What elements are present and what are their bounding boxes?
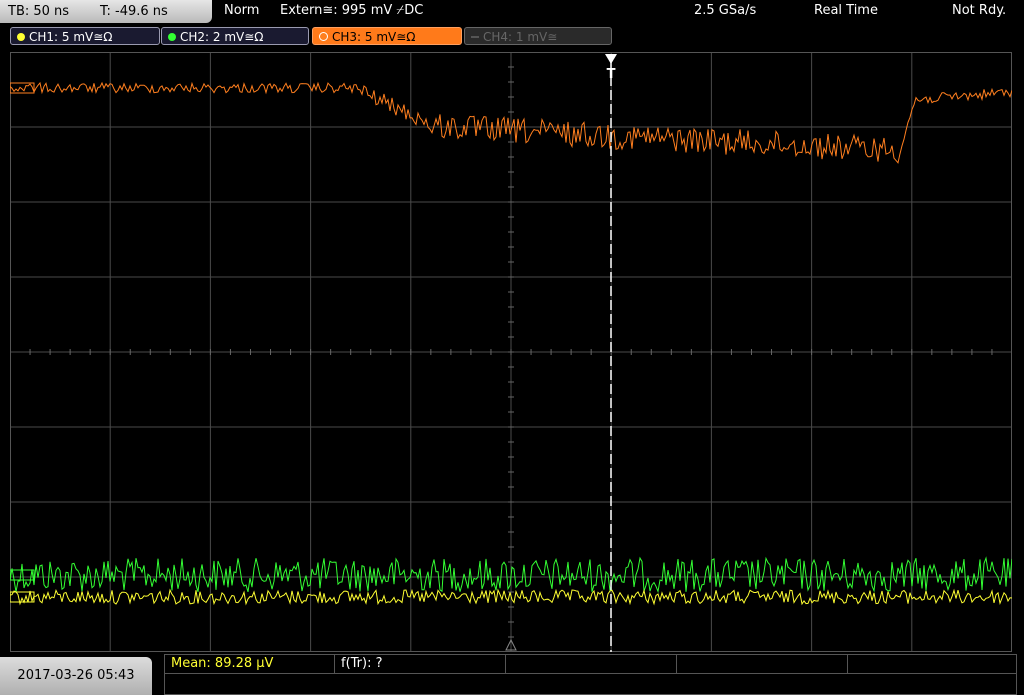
trigger-marker-label: T [607, 67, 616, 82]
ch1-label: CH1: 5 mV≅Ω [29, 30, 113, 44]
channel-1-button[interactable]: CH1: 5 mV≅Ω [10, 27, 160, 45]
waveform-display[interactable]: T [10, 52, 1012, 652]
measurement-bar: 2017-03-26 05:43 Mean: 89.28 µV f(Tr): ? [0, 654, 1024, 695]
trigger-state: Not Rdy. [952, 3, 1007, 18]
status-bar: TB: 50 ns T: -49.6 ns Norm Extern≅: 995 … [0, 0, 1024, 25]
measurement-frequency[interactable]: f(Tr): ? [334, 654, 506, 674]
trigger-time-label: T: -49.6 ns [100, 4, 168, 19]
channel-bar: CH1: 5 mV≅Ω CH2: 2 mV≅Ω CH3: 5 mV≅Ω CH4:… [0, 25, 1024, 47]
trigger-mode[interactable]: Norm [224, 3, 259, 18]
ch2-label: CH2: 2 mV≅Ω [180, 30, 264, 44]
channel-3-button[interactable]: CH3: 5 mV≅Ω [312, 27, 462, 45]
sample-rate: 2.5 GSa/s [694, 3, 757, 18]
measurement-slot-4[interactable] [676, 654, 848, 674]
measurement-mean[interactable]: Mean: 89.28 µV [164, 654, 335, 674]
measurement-slot-5[interactable] [847, 654, 1017, 674]
measurement-row-2 [164, 674, 1017, 695]
timebase-box[interactable]: TB: 50 ns T: -49.6 ns [0, 0, 212, 23]
ch4-indicator-icon [471, 35, 479, 38]
ch3-label: CH3: 5 mV≅Ω [332, 30, 416, 44]
measurement-slot-3[interactable] [505, 654, 677, 674]
acquisition-mode: Real Time [814, 3, 878, 18]
ch3-indicator-icon [319, 32, 328, 41]
timebase-label: TB: 50 ns [8, 4, 70, 19]
ch2-indicator-icon [168, 32, 176, 41]
channel-4-button[interactable]: CH4: 1 mV≅ [464, 27, 612, 45]
trigger-source[interactable]: Extern≅: 995 mV ⌿DC [280, 3, 423, 18]
ch1-indicator-icon [17, 32, 25, 41]
ch4-label: CH4: 1 mV≅ [483, 30, 558, 44]
datetime-display: 2017-03-26 05:43 [0, 657, 152, 695]
channel-2-button[interactable]: CH2: 2 mV≅Ω [161, 27, 309, 45]
